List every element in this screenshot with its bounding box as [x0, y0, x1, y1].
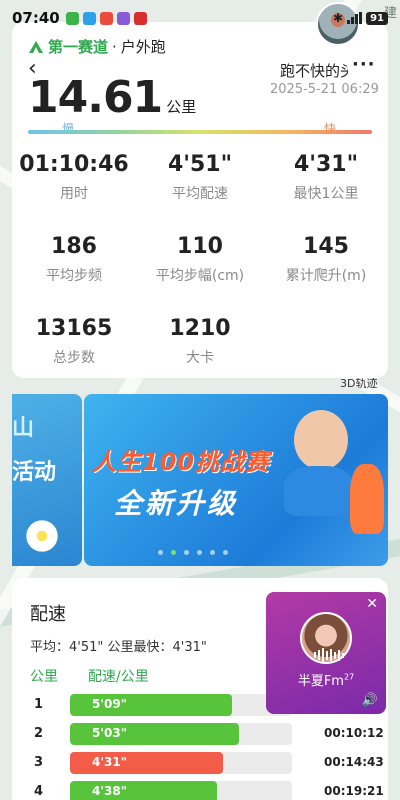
pace-row-km: 3 [34, 755, 44, 770]
separator: · [112, 37, 117, 56]
run-date: 2025-5-21 06:29 [270, 82, 379, 97]
metric-value: 145 [303, 234, 349, 259]
pace-row-value: 5'09" [92, 697, 127, 711]
app-icon [116, 11, 130, 25]
metric-value: 13165 [35, 316, 113, 341]
metric-duration: 01:10:46 用时 [14, 152, 134, 203]
brand-name: 第一赛道 [48, 38, 109, 56]
metric-avg-pace: 4'51" 平均配速 [140, 152, 260, 203]
station-name: 半夏Fm27 [266, 670, 386, 689]
metric-label: 平均步频 [46, 268, 102, 284]
banner-prev-partial-text: 山 [12, 416, 35, 441]
flower-icon [22, 516, 62, 556]
metric-label: 总步数 [53, 350, 95, 366]
metric-fastest-km: 4'31" 最快1公里 [266, 152, 386, 203]
metric-stride: 110 平均步幅(cm) [140, 234, 260, 285]
signal-icon [347, 12, 363, 24]
promo-banner[interactable]: 人生100挑战赛 全新升级 [84, 394, 388, 566]
pace-row-cumulative: 00:14:43 [324, 755, 384, 769]
pace-table-header: 公里 配速/公里 [30, 666, 149, 686]
pace-row-km: 4 [34, 784, 44, 799]
metric-elevation: 145 累计爬升(m) [266, 234, 386, 285]
pace-row-value: 5'03" [92, 726, 127, 740]
status-time: 07:40 [12, 9, 60, 27]
carousel-dot[interactable] [171, 550, 176, 555]
pace-gradient-bar [28, 130, 372, 134]
pace-row-cumulative: 00:10:12 [324, 726, 384, 740]
metric-label: 平均配速 [172, 186, 228, 202]
pace-row: 2 5'03" 00:10:12 [12, 723, 388, 745]
pace-bar-track: 4'31" [70, 752, 292, 774]
message-icon [82, 11, 96, 25]
close-icon[interactable]: ✕ [366, 596, 378, 612]
pace-row: 4 4'38" 00:19:21 [12, 781, 388, 800]
banner-prev-slide[interactable]: 山 活动 [12, 394, 82, 566]
pace-fast-label: 快 [324, 122, 337, 136]
carousel-dot[interactable] [223, 550, 228, 555]
status-bar: 07:40 ✱ 91 [0, 0, 400, 36]
metric-value: 4'51" [167, 152, 233, 177]
runner-head-illustration [294, 410, 348, 470]
tv-icon [133, 11, 147, 25]
pace-row-cumulative: 00:19:21 [324, 784, 384, 798]
volume-icon[interactable]: 🔊 [362, 693, 378, 708]
metric-value: 4'31" [293, 152, 359, 177]
battery-indicator: 91 [366, 11, 388, 25]
metric-cadence: 186 平均步频 [14, 234, 134, 285]
metric-label: 最快1公里 [293, 186, 359, 202]
carousel-dot[interactable] [197, 550, 202, 555]
news-icon [99, 11, 113, 25]
wechat-icon [65, 11, 79, 25]
pace-summary: 平均：4'51" 公里最快：4'31" [30, 640, 207, 655]
music-widget[interactable]: ✕ 半夏Fm27 🔊 [266, 592, 386, 714]
more-button[interactable]: ··· [352, 54, 376, 75]
metric-value: 01:10:46 [19, 152, 129, 177]
metric-label: 累计爬升(m) [285, 268, 367, 284]
distance: 14.61 公里 [28, 72, 196, 123]
pace-row-value: 4'38" [92, 784, 127, 798]
metric-label: 大卡 [186, 350, 214, 366]
pace-row-km: 1 [34, 697, 44, 712]
distance-unit: 公里 [166, 98, 197, 116]
distance-value: 14.61 [28, 72, 163, 123]
carousel-dot[interactable] [184, 550, 189, 555]
pace-bar-track: 5'09" [70, 694, 292, 716]
station-name-text: 半夏Fm [297, 674, 344, 689]
banner-dots [158, 550, 228, 555]
runner-body-illustration [284, 466, 354, 516]
metric-calories: 1210 大卡 [140, 316, 260, 367]
pace-row-value: 4'31" [92, 755, 127, 769]
metric-value: 110 [177, 234, 223, 259]
pace-row-km: 2 [34, 726, 44, 741]
col-pace: 配速/公里 [88, 669, 149, 685]
audio-wave-icon [314, 648, 344, 662]
pace-title: 配速 [30, 604, 66, 625]
pace-bar-track: 4'38" [70, 781, 292, 800]
run-stats-card: 第一赛道 · 户外跑 ‹ 14.61 公里 跑不快的头 ··· 2025-5-2… [12, 22, 388, 378]
metric-label: 用时 [60, 186, 88, 202]
station-name-sup: 27 [343, 672, 355, 682]
pace-row: 3 4'31" 00:14:43 [12, 752, 388, 774]
run-type: 户外跑 [120, 38, 166, 56]
metric-steps: 13165 总步数 [14, 316, 134, 367]
run-source: 第一赛道 · 户外跑 [28, 36, 166, 57]
pace-bar-track: 5'03" [70, 723, 292, 745]
pace-slow-label: 慢 [62, 122, 75, 136]
user-name: 跑不快的头 [280, 62, 348, 80]
brand-logo-icon [29, 40, 43, 53]
metric-label: 平均步幅(cm) [155, 268, 245, 284]
banner-title: 人生100挑战赛 [92, 448, 271, 476]
carousel-dot[interactable] [210, 550, 215, 555]
banner-prev-text: 活动 [12, 460, 57, 485]
metric-value: 1210 [169, 316, 231, 341]
bluetooth-icon: ✱ [333, 11, 344, 25]
banner-subtitle: 全新升级 [114, 487, 239, 520]
runner-2-illustration [350, 464, 384, 534]
carousel-dot[interactable] [158, 550, 163, 555]
metric-value: 186 [51, 234, 97, 259]
col-km: 公里 [30, 669, 58, 685]
